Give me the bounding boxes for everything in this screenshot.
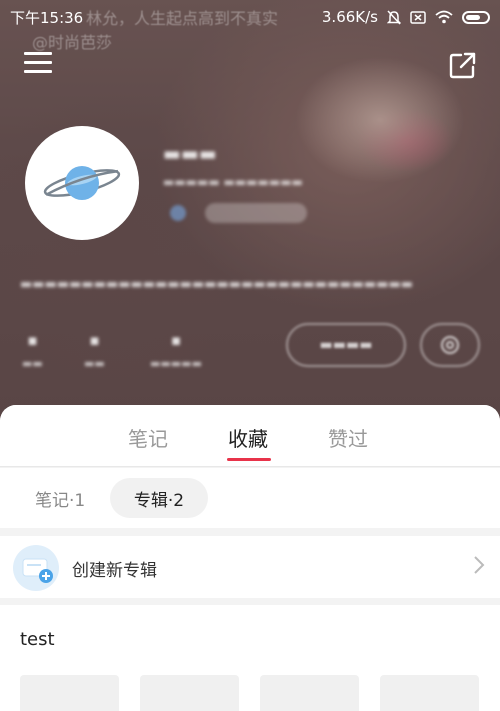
settings-button[interactable] xyxy=(420,323,480,367)
status-bar: 下午15:36 3.66K/s xyxy=(0,0,500,34)
stat-followers-blurred[interactable]: ▪ ▬▬ xyxy=(84,331,105,370)
album-thumbnail xyxy=(20,675,119,711)
profile-header: 林允，人生起点高到不真实 @时尚芭莎 下午15:36 3.66K/s ▬▬▬ ▬… xyxy=(0,0,500,420)
album-title: test xyxy=(20,629,55,650)
tab-notes[interactable]: 笔记 xyxy=(128,423,168,452)
planet-icon xyxy=(43,166,121,200)
new-album-icon xyxy=(13,545,59,591)
sim-icon xyxy=(410,10,426,24)
share-icon[interactable] xyxy=(449,51,477,79)
status-time: 下午15:36 xyxy=(10,8,84,27)
subtab-notes[interactable]: 笔记·1 xyxy=(35,486,85,511)
subtab-albums[interactable]: 专辑·2 xyxy=(110,478,208,518)
battery-icon xyxy=(462,10,490,24)
stat-following-blurred[interactable]: ▪ ▬▬ xyxy=(22,331,43,370)
create-album-label: 创建新专辑 xyxy=(72,561,157,581)
tab-collections[interactable]: 收藏 xyxy=(228,423,268,452)
stat-likes-blurred[interactable]: ▪ ▬▬▬▬▬ xyxy=(150,331,202,370)
create-album-row[interactable]: 创建新专辑 xyxy=(0,536,500,598)
album-thumbnail xyxy=(140,675,239,711)
gear-icon xyxy=(441,336,459,354)
bio-blurred: ▬▬▬▬▬▬▬▬▬▬▬▬▬▬▬▬▬▬▬▬▬▬▬▬▬▬▬▬▬▬▬▬ xyxy=(20,277,414,292)
network-speed: 3.66K/s xyxy=(321,8,378,26)
chevron-right-icon xyxy=(473,555,485,579)
content-sheet: 笔记 收藏 赞过 笔记·1 专辑·2 创建新专辑 test xyxy=(0,405,500,711)
user-id-blurred: ▬▬▬▬▬ ▬▬▬▬▬▬▬ xyxy=(163,175,303,189)
album-card[interactable]: test xyxy=(0,605,500,711)
album-thumbnail xyxy=(380,675,479,711)
alarm-off-icon xyxy=(387,9,401,25)
sub-tabs: 笔记·1 专辑·2 xyxy=(0,468,500,528)
nickname-blurred: ▬▬▬ xyxy=(163,143,217,165)
tab-liked[interactable]: 赞过 xyxy=(328,423,368,452)
location-tag-blurred xyxy=(205,203,307,223)
edit-profile-button[interactable]: ▬▬▬▬ xyxy=(286,323,406,367)
wifi-icon xyxy=(435,10,453,24)
album-thumbnail xyxy=(260,675,359,711)
main-tabs: 笔记 收藏 赞过 xyxy=(0,405,500,467)
gender-tag-blurred xyxy=(170,205,186,221)
avatar[interactable] xyxy=(25,126,139,240)
active-tab-indicator xyxy=(227,458,271,461)
hamburger-menu-icon[interactable] xyxy=(24,52,52,76)
